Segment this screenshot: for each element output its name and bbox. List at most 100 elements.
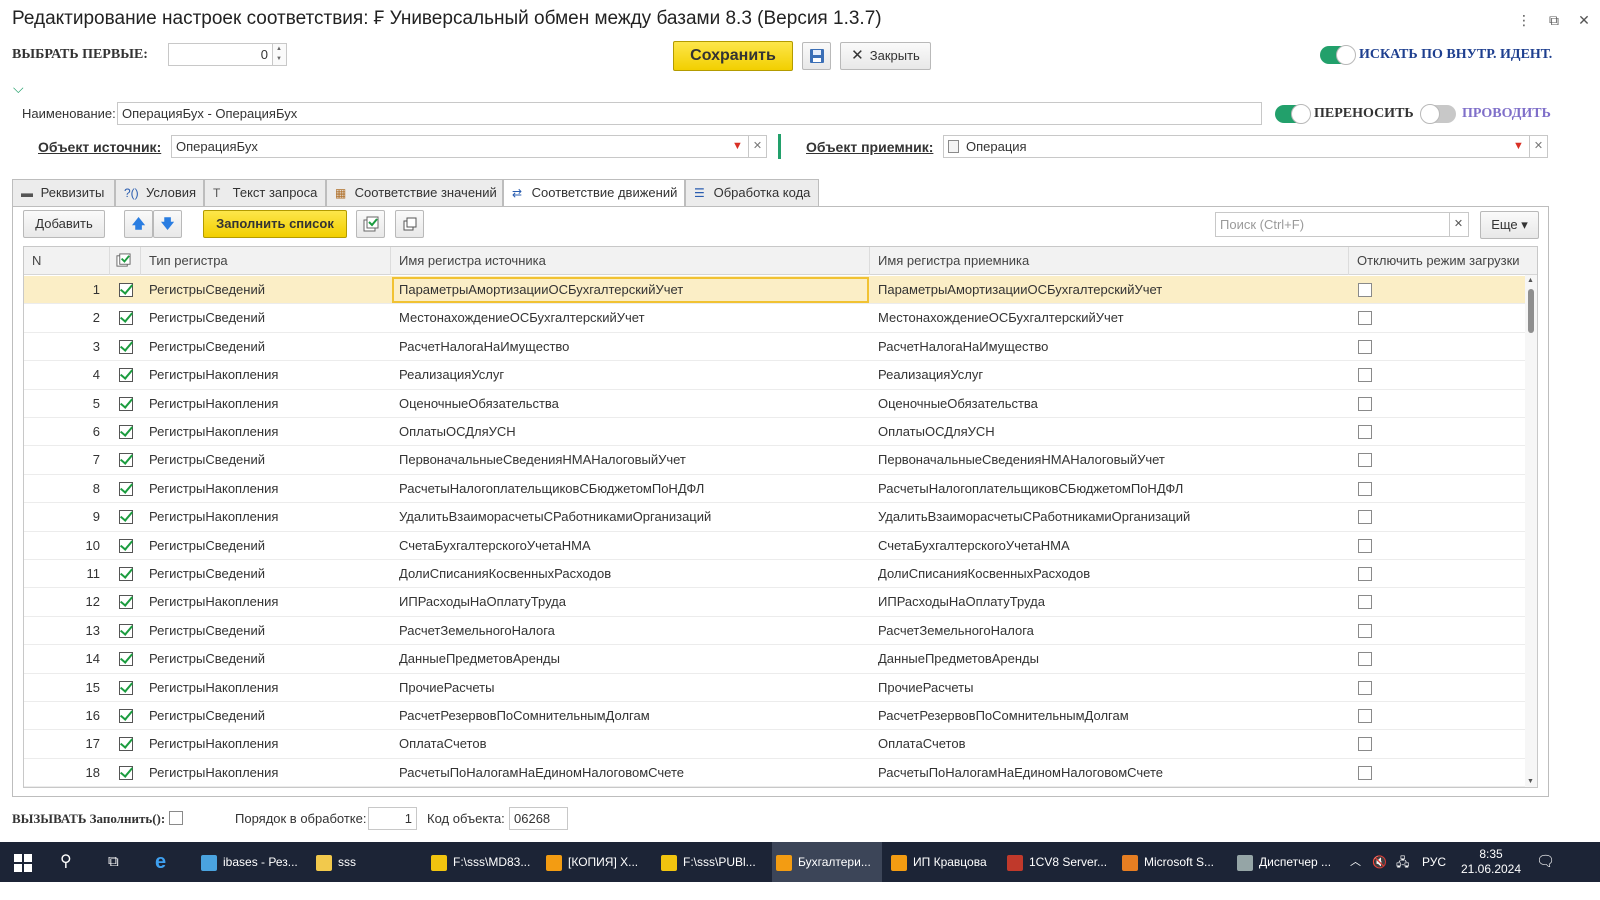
disable-load-checkbox[interactable] [1358,765,1372,780]
tab-requisites[interactable]: ▬ Реквизиты [12,179,115,207]
save-button[interactable]: Сохранить [673,41,793,71]
taskbar-app[interactable]: F:\sss\MD83... [427,842,537,882]
cell-target-register[interactable]: УдалитьВзаиморасчетыСРаботникамиОрганиза… [878,503,1346,531]
copy-button[interactable] [395,210,424,238]
cell-target-register[interactable]: ИПРасходыНаОплатуТруда [878,588,1346,616]
source-object-label[interactable]: Объект источник: [38,139,161,155]
disable-load-checkbox[interactable] [1358,623,1372,638]
cell-target-register[interactable]: ОценочныеОбязательства [878,390,1346,418]
cell-source-register[interactable]: РасчетыНалогоплательщиковСБюджетомПоНДФЛ [399,475,867,503]
table-row[interactable]: 17 РегистрыНакопления ОплатаСчетов ОплатаСч… [24,730,1527,759]
table-row[interactable]: 2 РегистрыСведений МестонахождениеОСБухгал… [24,304,1527,333]
cell-register-type[interactable]: РегистрыСведений [149,702,389,730]
disable-load-checkbox[interactable] [1358,680,1372,695]
table-row[interactable]: 1 РегистрыСведений ПараметрыАмортизацииОСБ… [24,276,1527,305]
cell-source-register[interactable]: ОплатыОСДляУСН [399,418,867,446]
disable-load-checkbox[interactable] [1358,709,1372,723]
disable-load-checkbox[interactable] [1358,339,1372,354]
cell-n[interactable]: 1 [24,276,104,304]
target-clear-icon[interactable]: ✕ [1530,135,1548,158]
spin-down-icon[interactable]: ▼ [276,56,282,62]
col-disable-load[interactable]: Отключить режим загрузки [1349,247,1527,275]
cell-target-register[interactable]: РасчетНалогаНаИмущество [878,333,1346,361]
vertical-scrollbar[interactable]: ▲ ▼ [1525,275,1537,787]
taskbar-app[interactable]: Бухгалтери... [772,842,882,882]
scroll-up-icon[interactable]: ▲ [1527,277,1534,284]
row-enabled-checkbox[interactable] [119,311,133,326]
ie-icon[interactable]: e [155,842,179,882]
table-row[interactable]: 7 РегистрыСведений ПервоначальныеСведенияН… [24,446,1527,475]
cell-register-type[interactable]: РегистрыНакопления [149,759,389,787]
cell-register-type[interactable]: РегистрыСведений [149,446,389,474]
table-row[interactable]: 11 РегистрыСведений ДолиСписанияКосвенныхР… [24,560,1527,589]
disable-load-checkbox[interactable] [1358,481,1372,496]
cell-source-register[interactable]: УдалитьВзаиморасчетыСРаботникамиОрганиза… [399,503,867,531]
taskbar-app[interactable]: ИП Кравцова [887,842,997,882]
cell-source-register[interactable]: ДанныеПредметовАренды [399,645,867,673]
cell-source-register[interactable]: СчетаБухгалтерскогоУчетаНМА [399,532,867,560]
cell-target-register[interactable]: ПрочиеРасчеты [878,674,1346,702]
notifications-icon[interactable]: 🗨 [1536,842,1560,882]
cell-n[interactable]: 4 [24,361,104,389]
cell-source-register[interactable]: ПрочиеРасчеты [399,674,867,702]
cell-register-type[interactable]: РегистрыСведений [149,645,389,673]
scroll-down-icon[interactable]: ▼ [1527,778,1534,785]
cell-source-register[interactable]: ОценочныеОбязательства [399,390,867,418]
order-input[interactable]: 1 [368,807,417,830]
row-enabled-checkbox[interactable] [119,283,133,297]
transfer-toggle[interactable] [1275,104,1311,124]
source-clear-icon[interactable]: ✕ [749,135,767,158]
row-enabled-checkbox[interactable] [119,652,133,667]
col-source-register[interactable]: Имя регистра источника [391,247,870,275]
cell-n[interactable]: 15 [24,674,104,702]
row-enabled-checkbox[interactable] [119,680,133,695]
add-button[interactable]: Добавить [23,210,105,238]
search-clear-icon[interactable]: ✕ [1449,212,1469,237]
close-button[interactable]: ✕ Закрыть [840,42,931,70]
cell-target-register[interactable]: ПараметрыАмортизацииОСБухгалтерскийУчет [878,276,1346,304]
row-enabled-checkbox[interactable] [119,510,133,525]
cell-n[interactable]: 8 [24,475,104,503]
disable-load-checkbox[interactable] [1358,595,1372,610]
cell-source-register[interactable]: МестонахождениеОСБухгалтерскийУчет [399,304,867,332]
cell-register-type[interactable]: РегистрыСведений [149,304,389,332]
cell-source-register[interactable]: ДолиСписанияКосвенныхРасходов [399,560,867,588]
cell-n[interactable]: 9 [24,503,104,531]
search-input[interactable]: Поиск (Ctrl+F) [1215,212,1450,237]
cell-target-register[interactable]: РасчетРезервовПоСомнительнымДолгам [878,702,1346,730]
name-input[interactable]: ОперацияБух - ОперацияБух [117,102,1262,125]
row-enabled-checkbox[interactable] [119,481,133,496]
cell-n[interactable]: 10 [24,532,104,560]
cell-n[interactable]: 12 [24,588,104,616]
cell-register-type[interactable]: РегистрыНакопления [149,503,389,531]
more-button[interactable]: Еще ▾ [1480,211,1539,239]
tab-movement-mapping[interactable]: ⇄ Соответствие движений [503,179,685,208]
cell-register-type[interactable]: РегистрыСведений [149,276,389,304]
target-dropdown-icon[interactable]: ▼ [1508,135,1530,158]
table-row[interactable]: 15 РегистрыНакопления ПрочиеРасчеты ПрочиеР… [24,674,1527,702]
cell-source-register[interactable]: ИПРасходыНаОплатуТруда [399,588,867,616]
target-object-label[interactable]: Объект приемник: [806,139,933,155]
table-row[interactable]: 3 РегистрыСведений РасчетНалогаНаИмущество… [24,333,1527,362]
scroll-thumb[interactable] [1528,289,1534,333]
row-enabled-checkbox[interactable] [119,737,133,752]
check-all-button[interactable] [356,210,385,238]
col-check[interactable] [110,247,141,275]
row-enabled-checkbox[interactable] [119,765,133,780]
cell-register-type[interactable]: РегистрыНакопления [149,418,389,446]
cell-target-register[interactable]: ОплатаСчетов [878,730,1346,758]
select-first-spinner[interactable]: ▲ ▼ [273,43,287,66]
table-row[interactable]: 5 РегистрыНакопления ОценочныеОбязательств… [24,390,1527,418]
clock[interactable]: 8:35 21.06.2024 [1456,842,1526,882]
cell-target-register[interactable]: СчетаБухгалтерскогоУчетаНМА [878,532,1346,560]
cell-n[interactable]: 6 [24,418,104,446]
tab-conditions[interactable]: ?() Условия [115,179,204,207]
cell-register-type[interactable]: РегистрыНакопления [149,588,389,616]
cell-source-register[interactable]: РасчетРезервовПоСомнительнымДолгам [399,702,867,730]
disable-load-checkbox[interactable] [1358,283,1372,297]
taskbar-app[interactable]: Диспетчер ... [1233,842,1343,882]
select-first-input[interactable]: 0 [168,43,273,66]
cell-n[interactable]: 7 [24,446,104,474]
cell-n[interactable]: 5 [24,390,104,418]
col-register-type[interactable]: Тип регистра [141,247,391,275]
